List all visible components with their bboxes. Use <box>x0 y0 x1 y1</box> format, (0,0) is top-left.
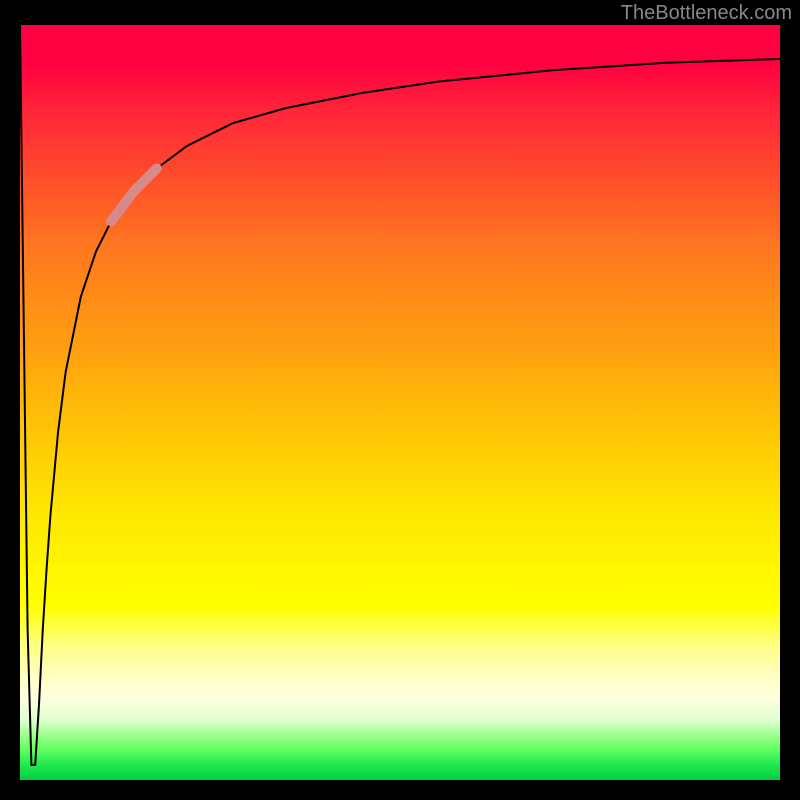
bottleneck-curve-line <box>20 25 780 765</box>
chart-plot-area <box>20 25 780 780</box>
highlight-segment <box>111 168 157 221</box>
curve-svg <box>20 25 780 780</box>
watermark-text: TheBottleneck.com <box>621 2 792 25</box>
